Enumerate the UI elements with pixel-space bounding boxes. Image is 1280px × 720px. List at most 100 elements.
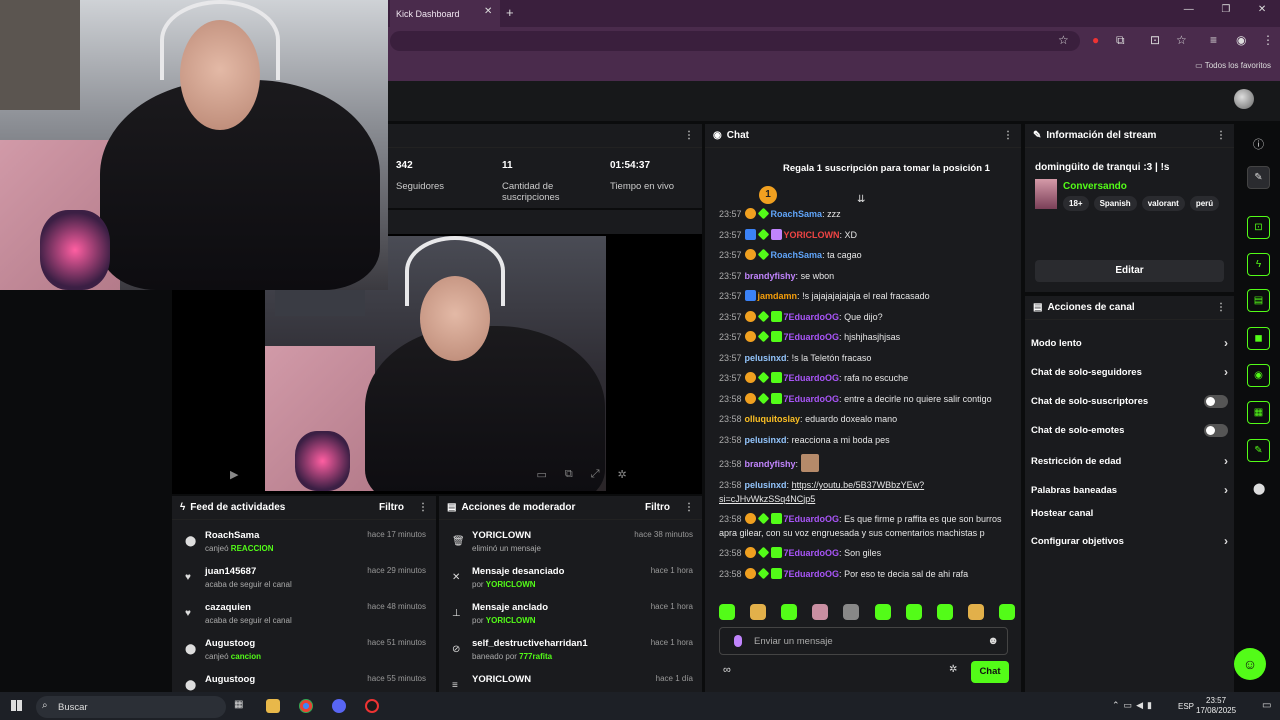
message-username[interactable]: 7EduardoOG: [784, 514, 840, 524]
mic-icon[interactable]: ▮: [1147, 700, 1156, 710]
task-view-icon[interactable]: ▦: [234, 699, 248, 713]
emote-icon[interactable]: [750, 604, 767, 620]
channel-action-item[interactable]: Chat de solo-emotes: [1031, 424, 1228, 437]
chat-menu-icon[interactable]: ⋮: [1003, 130, 1013, 141]
tokens-icon[interactable]: ⬤: [1253, 482, 1265, 495]
channel-action-item[interactable]: Chat de solo-suscriptores: [1031, 395, 1228, 408]
toggle-switch[interactable]: [1204, 395, 1228, 408]
help-chat-button[interactable]: ☺: [1234, 648, 1266, 680]
extensions-puzzle-icon[interactable]: ⧉: [1116, 33, 1125, 48]
emote-icon[interactable]: [812, 604, 829, 620]
extension-icon[interactable]: ●: [1092, 33, 1099, 47]
pinned-gift-banner[interactable]: 1 Regala 1 suscripción para tomar la posi…: [705, 148, 1021, 204]
emote-icon[interactable]: [936, 604, 953, 620]
emote-icon[interactable]: [905, 604, 922, 620]
message-username[interactable]: YORICLOWN: [784, 230, 840, 240]
message-username[interactable]: brandyfishy: [745, 271, 796, 281]
message-username[interactable]: RoachSama: [771, 250, 823, 260]
emote-icon[interactable]: [998, 604, 1015, 620]
edit-button[interactable]: Editar: [1035, 260, 1224, 282]
close-window-icon[interactable]: ✕: [1258, 4, 1266, 15]
language-indicator[interactable]: ESP: [1178, 702, 1194, 711]
tool-icon[interactable]: ✎: [1247, 439, 1270, 462]
omnibox[interactable]: [390, 31, 1080, 51]
message-username[interactable]: olluquitoslay: [745, 414, 801, 424]
tag[interactable]: Spanish: [1093, 196, 1137, 211]
clip-icon[interactable]: ⊡: [1247, 216, 1270, 239]
message-username[interactable]: 7EduardoOG: [784, 373, 840, 383]
row-name[interactable]: juan145687: [205, 566, 256, 577]
volume-icon[interactable]: ◀: [1136, 700, 1147, 710]
chat-input[interactable]: Enviar un mensaje ☻: [719, 627, 1008, 655]
row-name[interactable]: YORICLOWN: [472, 530, 531, 541]
tag[interactable]: 18+: [1063, 196, 1089, 211]
profile-icon[interactable]: ◉: [1236, 33, 1246, 47]
clipboard-icon[interactable]: ▤: [1247, 289, 1270, 312]
broadcast-icon[interactable]: ◉: [1247, 364, 1270, 387]
play-icon[interactable]: ▶: [230, 468, 238, 481]
stats-menu-icon[interactable]: ⋮: [684, 130, 694, 141]
screenshot-icon[interactable]: ⊡: [1150, 33, 1160, 47]
row-name[interactable]: Augustoog: [205, 638, 255, 649]
info-icon[interactable]: ⓘ: [1253, 136, 1264, 152]
message-username[interactable]: pelusinxd: [745, 435, 787, 445]
discord-icon[interactable]: [332, 699, 346, 713]
stream-info-menu-icon[interactable]: ⋮: [1216, 130, 1226, 141]
row-name[interactable]: RoachSama: [205, 530, 259, 541]
emote-icon[interactable]: [843, 604, 860, 620]
row-name[interactable]: cazaquien: [205, 602, 251, 613]
chat-bubble-icon[interactable]: ◼: [1247, 327, 1270, 350]
emoji-icon[interactable]: ☻: [987, 635, 999, 647]
row-name[interactable]: Mensaje anclado: [472, 602, 548, 613]
channel-action-item[interactable]: Restricción de edad ›: [1031, 454, 1228, 468]
message-username[interactable]: 7EduardoOG: [784, 394, 840, 404]
feed-menu-icon[interactable]: ⋮: [418, 502, 428, 513]
reading-list-icon[interactable]: ≡: [1210, 33, 1217, 47]
edit-layout-icon[interactable]: ✎: [1247, 166, 1270, 189]
menu-dots-icon[interactable]: ⋮: [1262, 33, 1274, 47]
send-chat-button[interactable]: Chat: [971, 661, 1009, 683]
minimize-icon[interactable]: —: [1184, 4, 1194, 15]
network-icon[interactable]: ▭: [1124, 700, 1137, 710]
restore-icon[interactable]: ❐: [1221, 4, 1230, 15]
favorites-icon[interactable]: ☆: [1176, 33, 1187, 47]
message-username[interactable]: jamdamn: [758, 291, 798, 301]
stream-category[interactable]: Conversando: [1063, 181, 1127, 192]
message-username[interactable]: pelusinxd: [745, 480, 787, 490]
bookmark-star-icon[interactable]: ☆: [1058, 33, 1069, 47]
close-tab-icon[interactable]: ✕: [484, 6, 492, 17]
row-name[interactable]: self_destructiveharridan1: [472, 638, 588, 649]
fullscreen-icon[interactable]: ⤢: [591, 468, 600, 481]
message-username[interactable]: 7EduardoOG: [784, 569, 840, 579]
row-name[interactable]: Mensaje desanciado: [472, 566, 564, 577]
emote-icon[interactable]: [874, 604, 891, 620]
emote-icon[interactable]: [781, 604, 798, 620]
row-name[interactable]: YORICLOWN: [472, 674, 531, 685]
windows-start-icon[interactable]: [11, 700, 22, 711]
clock[interactable]: 23:57 17/08/2025: [1196, 696, 1236, 716]
mod-menu-icon[interactable]: ⋮: [684, 502, 694, 513]
row-name[interactable]: Augustoog: [205, 674, 255, 685]
channel-action-item[interactable]: Modo lento ›: [1031, 336, 1228, 350]
chat-settings-icon[interactable]: ✲: [949, 664, 957, 675]
message-username[interactable]: 7EduardoOG: [784, 312, 840, 322]
theater-icon[interactable]: ▭: [536, 468, 546, 481]
channel-action-item[interactable]: Hostear canal: [1031, 508, 1228, 519]
channel-action-item[interactable]: Configurar objetivos ›: [1031, 534, 1228, 548]
chevron-up-icon[interactable]: ⌃: [1112, 700, 1124, 710]
app-icon[interactable]: [365, 699, 379, 713]
emote-icon[interactable]: [719, 604, 735, 620]
tag[interactable]: valorant: [1141, 196, 1185, 211]
message-username[interactable]: 7EduardoOG: [784, 548, 840, 558]
chrome-icon[interactable]: [299, 699, 313, 713]
scroll-down-icon[interactable]: ⇊: [857, 194, 865, 205]
settings-icon[interactable]: ✲: [618, 468, 627, 481]
tag[interactable]: perú: [1189, 196, 1220, 211]
filter-button[interactable]: Filtro: [379, 502, 404, 513]
channel-action-item[interactable]: Chat de solo-seguidores ›: [1031, 365, 1228, 379]
notifications-icon[interactable]: ▭: [1262, 700, 1271, 711]
channel-action-item[interactable]: Palabras baneadas ›: [1031, 483, 1228, 497]
message-username[interactable]: brandyfishy: [745, 459, 796, 469]
message-username[interactable]: RoachSama: [771, 209, 823, 219]
lightning-icon[interactable]: ϟ: [1247, 253, 1270, 276]
